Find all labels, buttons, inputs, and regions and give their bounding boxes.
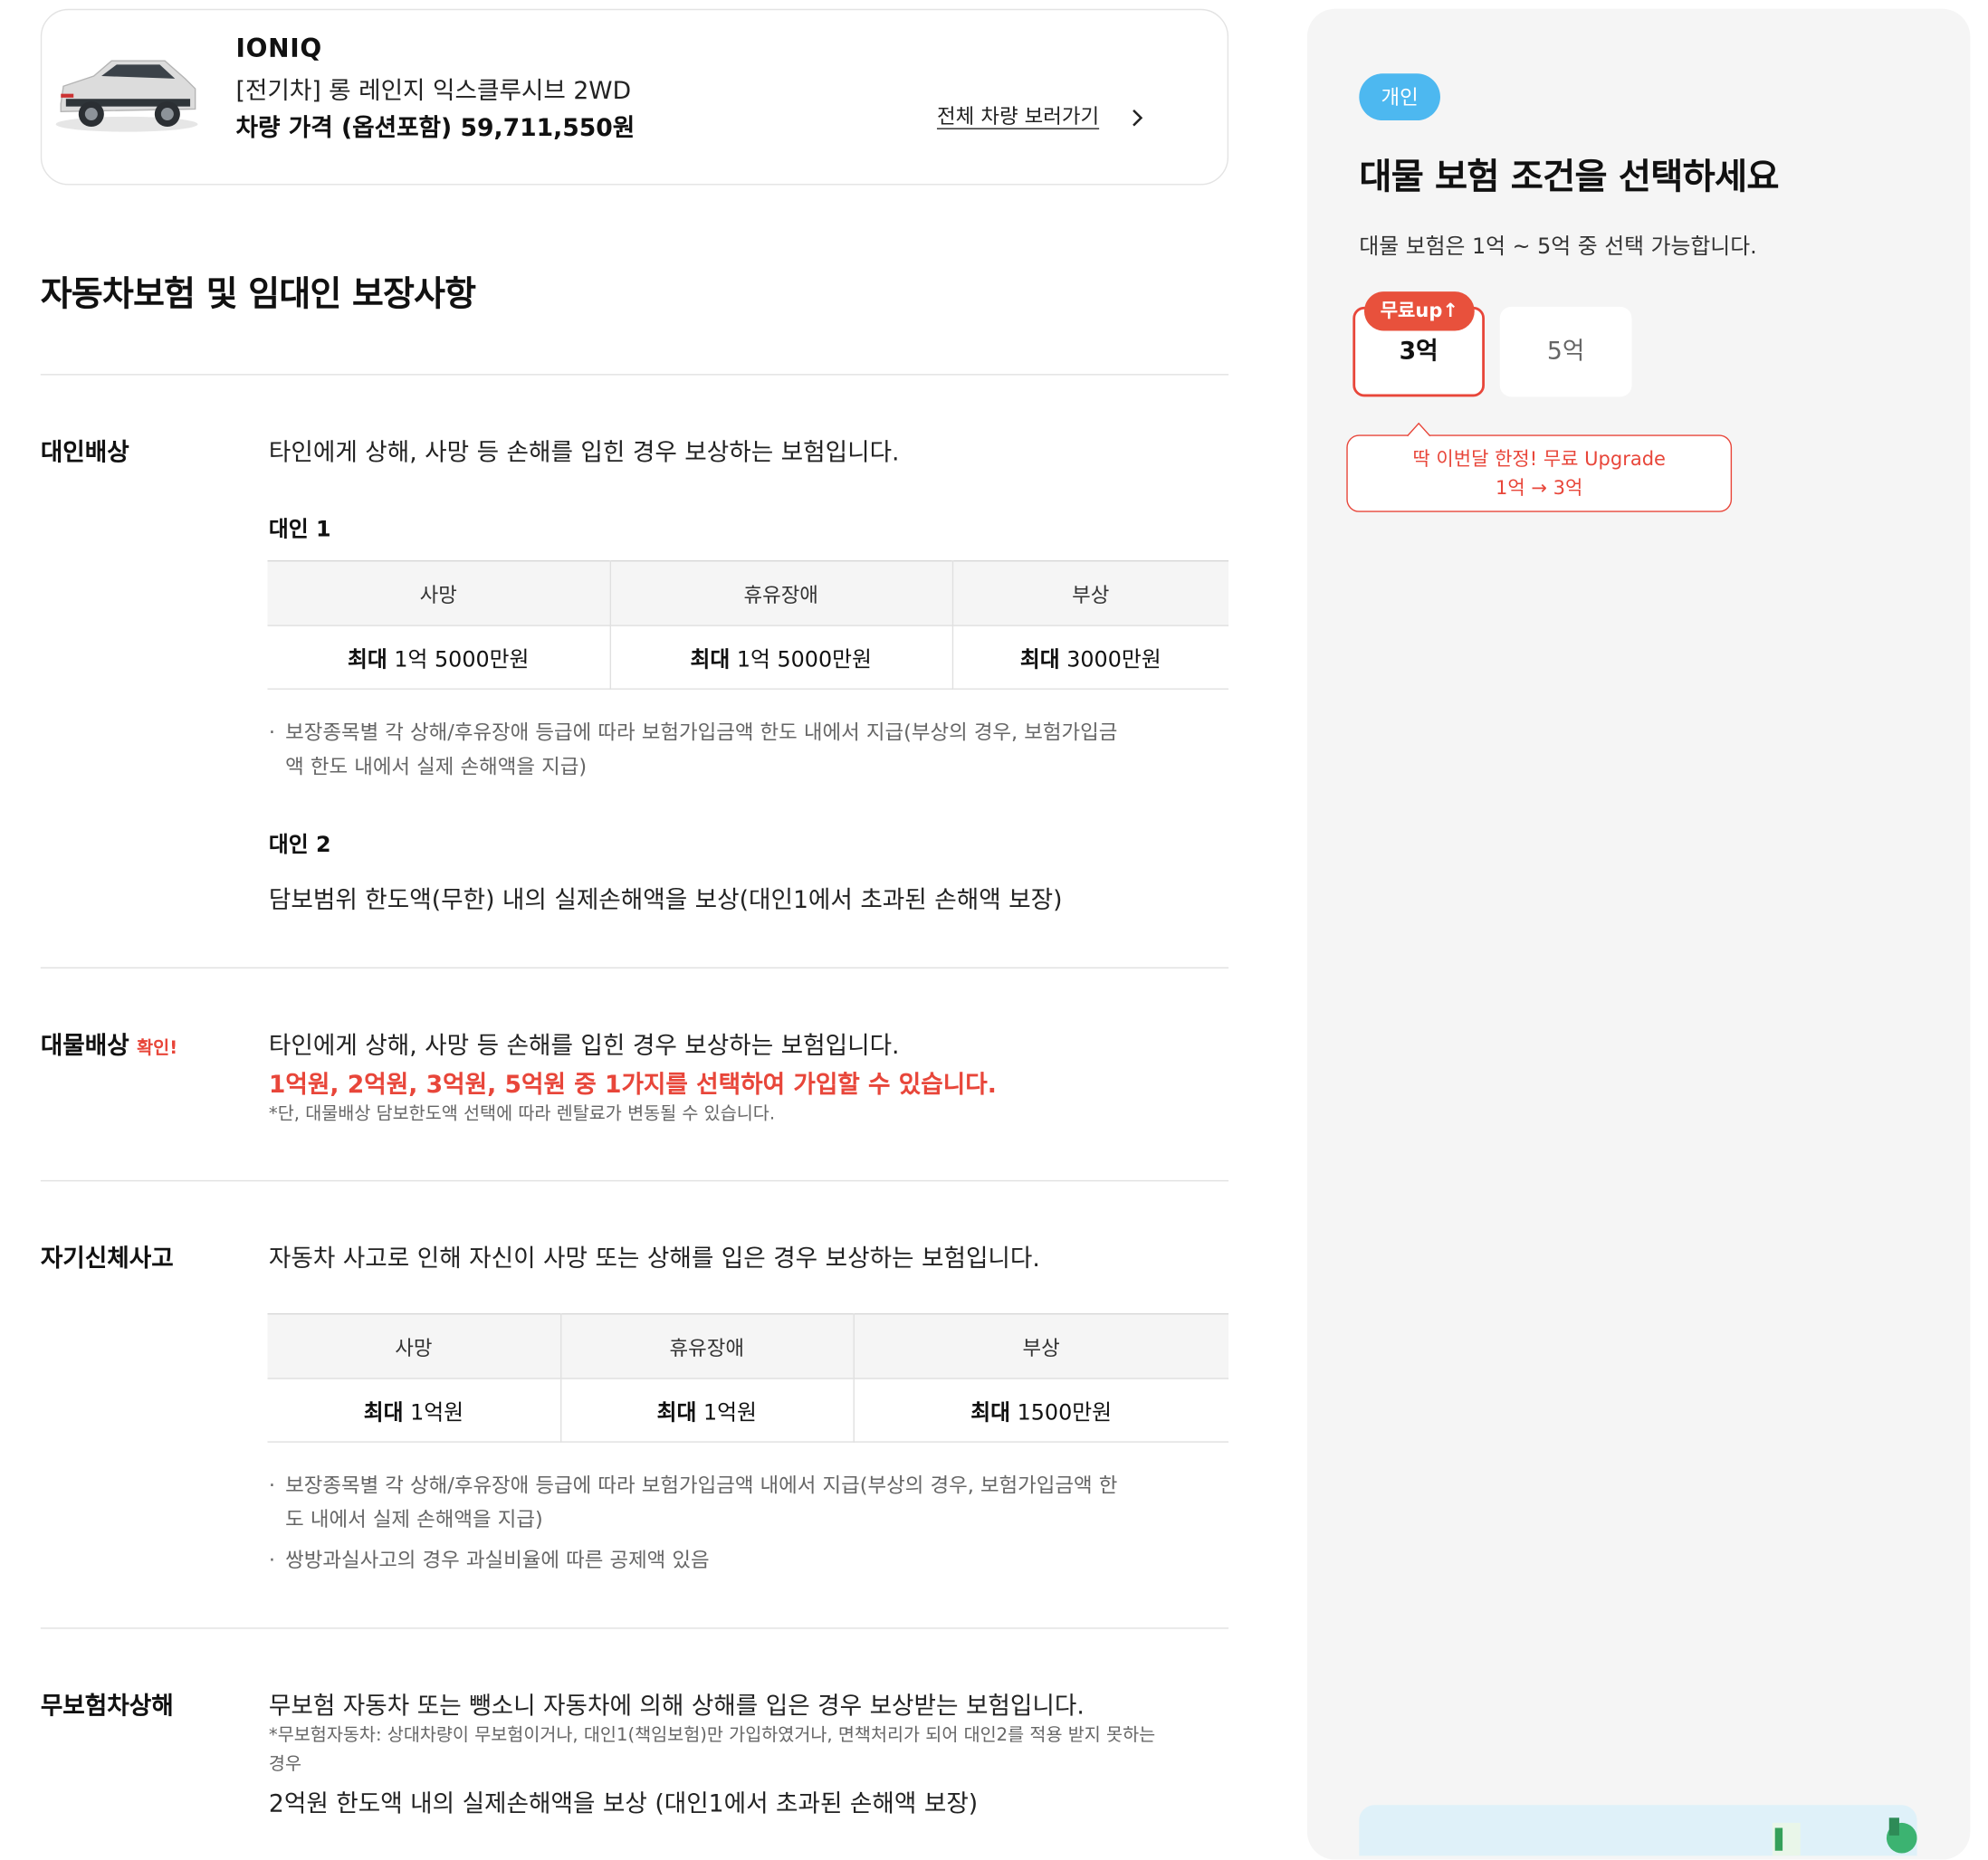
personal-badge: 개인: [1359, 73, 1440, 121]
upgrade-tooltip: 딱 이번달 한정! 무료 Upgrade 1억 → 3억: [1346, 434, 1733, 512]
property-damage-note: *단, 대물배상 담보한도액 선택에 따라 렌탈료가 변동될 수 있습니다.: [268, 1103, 776, 1125]
tooltip-arrow: [1407, 422, 1430, 438]
table-cell: 최대 1억 5000만원: [609, 625, 953, 690]
property-damage-label: 대물배상 확인!: [40, 1032, 178, 1060]
bodily-injury-label: 대인배상: [40, 438, 129, 467]
divider: [40, 374, 1229, 376]
table-cell: 최대 1억원: [560, 1378, 855, 1443]
coverage-option-5[interactable]: 5억: [1499, 306, 1632, 397]
property-damage-highlight: 1억원, 2억원, 3억원, 5억원 중 1가지를 선택하여 가입할 수 있습니…: [268, 1071, 997, 1100]
self-injury-label: 자기신체사고: [40, 1245, 174, 1273]
bodily-injury-desc: 타인에게 상해, 사망 등 손해를 입힌 경우 보상하는 보험입니다.: [268, 438, 900, 467]
insurance-option-panel: [1306, 8, 1971, 1860]
promo-illustration: [1772, 1817, 1917, 1856]
bodily-injury-note: · 보장종목별 각 상해/후유장애 등급에 따라 보험가입금액 한도 내에서 지…: [268, 720, 1118, 778]
divider: [40, 1179, 1229, 1182]
car-price: 차량 가격 (옵션포함) 59,711,550원: [235, 114, 636, 142]
table-header: 부상: [951, 560, 1229, 626]
table-header: 부상: [853, 1313, 1229, 1379]
section-title: 자동차보험 및 임대인 보장사항: [40, 274, 476, 315]
table-cell: 최대 1500만원: [853, 1378, 1229, 1443]
property-damage-desc: 타인에게 상해, 사망 등 손해를 입힌 경우 보상하는 보험입니다.: [268, 1032, 900, 1060]
chevron-right-icon[interactable]: [1128, 107, 1146, 129]
table-header: 휴유장애: [560, 1313, 855, 1379]
self-injury-note: · 보장종목별 각 상해/후유장애 등급에 따라 보험가입금액 내에서 지급(부…: [268, 1473, 1118, 1531]
bodily-injury-2-desc: 담보범위 한도액(무한) 내의 실제손해액을 보상(대인1에서 초과된 손해액 …: [268, 885, 1063, 914]
confirm-tag: 확인!: [137, 1038, 178, 1059]
free-upgrade-badge: 무료up↑: [1363, 291, 1475, 331]
car-thumbnail: [55, 60, 198, 132]
uninsured-vehicle-label: 무보험차상해: [40, 1692, 174, 1721]
bodily-injury-1-heading: 대인 1: [268, 517, 331, 543]
page: IONIQ [전기차] 롱 레인지 익스클루시브 2WD 차량 가격 (옵션포함…: [0, 0, 1988, 1860]
car-summary-card: [40, 8, 1229, 186]
uninsured-vehicle-desc: 무보험 자동차 또는 뺑소니 자동차에 의해 상해를 입은 경우 보상받는 보험…: [268, 1692, 1085, 1721]
table-header: 사망: [267, 560, 611, 626]
uninsured-vehicle-desc-2: 2억원 한도액 내의 실제손해액을 보상 (대인1에서 초과된 손해액 보장): [268, 1789, 979, 1818]
table-header: 휴유장애: [609, 560, 953, 626]
table-cell: 최대 3000만원: [951, 625, 1229, 690]
self-injury-note-2: · 쌍방과실사고의 경우 과실비율에 따른 공제액 있음: [268, 1548, 710, 1572]
car-model-name: IONIQ: [235, 33, 322, 64]
self-injury-desc: 자동차 사고로 인해 자신이 사망 또는 상해를 입은 경우 보상하는 보험입니…: [268, 1245, 1040, 1273]
table-cell: 최대 1억원: [267, 1378, 561, 1443]
panel-title: 대물 보험 조건을 선택하세요: [1359, 156, 1779, 198]
self-injury-table: 사망 휴유장애 부상 최대 1억원 최대 1억원 최대 1500만원: [267, 1312, 1229, 1443]
promo-banner[interactable]: [1359, 1805, 1917, 1856]
bodily-injury-1-table: 사망 휴유장애 부상 최대 1억 5000만원 최대 1억 5000만원 최대 …: [267, 560, 1229, 690]
uninsured-vehicle-note: *무보험자동차: 상대차량이 무보험이거나, 대인1(책임보험)만 가입하였거나…: [268, 1725, 1156, 1775]
car-trim: [전기차] 롱 레인지 익스클루시브 2WD: [235, 77, 632, 106]
table-header: 사망: [267, 1313, 561, 1379]
view-all-cars-link[interactable]: 전체 차량 보러가기: [937, 99, 1099, 129]
table-cell: 최대 1억 5000만원: [267, 625, 611, 690]
bodily-injury-2-heading: 대인 2: [268, 833, 331, 859]
divider: [40, 1627, 1229, 1629]
panel-subtitle: 대물 보험은 1억 ~ 5억 중 선택 가능합니다.: [1359, 234, 1757, 261]
